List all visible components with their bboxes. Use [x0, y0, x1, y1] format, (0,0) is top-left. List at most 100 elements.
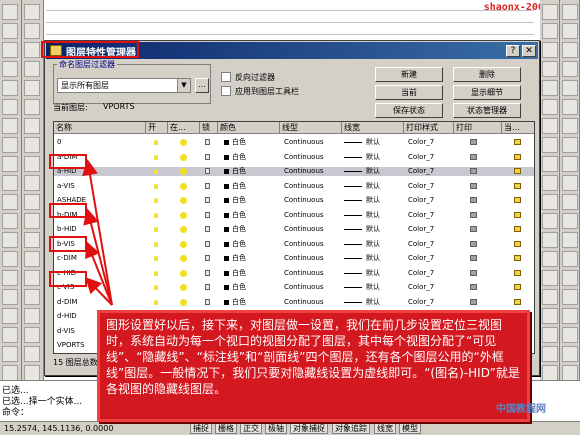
- toolbar-button[interactable]: [542, 118, 558, 134]
- new-viewport-icon[interactable]: [514, 153, 521, 160]
- toolbar-button[interactable]: [542, 156, 558, 172]
- color-swatch[interactable]: [224, 140, 229, 145]
- color-swatch[interactable]: [224, 241, 229, 247]
- toolbar-button[interactable]: [2, 4, 18, 20]
- command-prompt[interactable]: 命令：: [2, 405, 29, 418]
- toolbar-button[interactable]: [2, 118, 18, 134]
- lightbulb-on-icon[interactable]: [154, 227, 158, 232]
- toolbar-button[interactable]: [562, 156, 578, 172]
- sun-thaw-icon[interactable]: [180, 284, 187, 291]
- set-current-button[interactable]: 当前: [375, 85, 443, 100]
- lightbulb-on-icon[interactable]: [154, 270, 158, 276]
- sun-thaw-icon[interactable]: [180, 153, 187, 161]
- new-viewport-icon[interactable]: [514, 226, 521, 232]
- printer-icon[interactable]: [470, 197, 477, 203]
- toolbar-button[interactable]: [2, 365, 18, 381]
- toolbar-button[interactable]: [24, 118, 40, 134]
- toolbar-button[interactable]: [562, 251, 578, 267]
- printer-icon[interactable]: [470, 298, 477, 305]
- toolbar-button[interactable]: [562, 175, 578, 191]
- toolbar-button[interactable]: [542, 194, 558, 210]
- col-header-plotstyle[interactable]: 打印样式: [404, 122, 454, 134]
- table-row[interactable]: 0 白色 Continuous 默认 Color_7: [54, 138, 534, 147]
- toolbar-button[interactable]: [562, 365, 578, 381]
- toolbar-button[interactable]: [2, 80, 18, 96]
- lineweight-toggle[interactable]: 线宽: [374, 423, 396, 434]
- unlock-icon[interactable]: [205, 269, 210, 276]
- polar-toggle[interactable]: 极轴: [265, 423, 287, 434]
- toolbar-button[interactable]: [24, 232, 40, 248]
- toolbar-button[interactable]: [562, 42, 578, 58]
- color-swatch[interactable]: [224, 285, 229, 290]
- lightbulb-on-icon[interactable]: [154, 285, 158, 290]
- toolbar-button[interactable]: [542, 251, 558, 267]
- sun-thaw-icon[interactable]: [180, 240, 187, 248]
- new-layer-button[interactable]: 新建: [375, 67, 443, 82]
- filter-more-button[interactable]: ...: [195, 78, 209, 93]
- color-swatch[interactable]: [224, 198, 229, 203]
- table-row[interactable]: c-HID 白色 Continuous 默认 Color_7: [54, 269, 534, 278]
- toolbar-button[interactable]: [24, 99, 40, 115]
- col-header-color[interactable]: 颜色: [218, 122, 280, 134]
- toolbar-button[interactable]: [542, 365, 558, 381]
- new-viewport-icon[interactable]: [514, 255, 521, 261]
- sun-thaw-icon[interactable]: [180, 197, 187, 204]
- table-row[interactable]: b-HID 白色 Continuous 默认 Color_7: [54, 225, 534, 234]
- toolbar-button[interactable]: [2, 251, 18, 267]
- unlock-icon[interactable]: [205, 182, 210, 189]
- sun-thaw-icon[interactable]: [180, 226, 187, 233]
- col-header-current-vp[interactable]: 当...: [502, 122, 534, 134]
- new-viewport-icon[interactable]: [514, 139, 521, 145]
- toolbar-button[interactable]: [562, 4, 578, 20]
- unlock-icon[interactable]: [205, 255, 210, 261]
- toolbar-button[interactable]: [542, 42, 558, 58]
- printer-icon[interactable]: [470, 211, 477, 218]
- delete-layer-button[interactable]: 删除: [453, 67, 521, 82]
- unlock-icon[interactable]: [205, 139, 210, 145]
- unlock-icon[interactable]: [205, 284, 210, 290]
- toolbar-button[interactable]: [562, 61, 578, 77]
- toolbar-button[interactable]: [24, 23, 40, 39]
- lightbulb-on-icon[interactable]: [154, 169, 158, 174]
- sun-thaw-icon[interactable]: [180, 182, 187, 190]
- toolbar-button[interactable]: [24, 156, 40, 172]
- printer-icon[interactable]: [470, 226, 477, 232]
- otrack-toggle[interactable]: 对象追踪: [332, 423, 370, 434]
- toolbar-button[interactable]: [562, 23, 578, 39]
- toolbar-button[interactable]: [562, 232, 578, 248]
- help-button[interactable]: ?: [506, 45, 520, 57]
- color-swatch[interactable]: [224, 270, 229, 276]
- toolbar-button[interactable]: [542, 137, 558, 153]
- color-swatch[interactable]: [224, 169, 229, 174]
- toolbar-button[interactable]: [24, 327, 40, 343]
- layer-filter-select[interactable]: 显示所有图层 ▼: [57, 78, 191, 93]
- toolbar-button[interactable]: [2, 156, 18, 172]
- unlock-icon[interactable]: [205, 298, 210, 305]
- col-header-freeze[interactable]: 在...: [168, 122, 200, 134]
- toolbar-button[interactable]: [24, 80, 40, 96]
- toolbar-button[interactable]: [562, 99, 578, 115]
- toolbar-button[interactable]: [2, 99, 18, 115]
- toolbar-button[interactable]: [562, 289, 578, 305]
- toolbar-button[interactable]: [2, 61, 18, 77]
- new-viewport-icon[interactable]: [514, 240, 521, 247]
- table-row[interactable]: c-VIS 白色 Continuous 默认 Color_7: [54, 283, 534, 292]
- toolbar-button[interactable]: [24, 137, 40, 153]
- lightbulb-on-icon[interactable]: [154, 140, 158, 145]
- toolbar-button[interactable]: [24, 365, 40, 381]
- sun-thaw-icon[interactable]: [180, 255, 187, 262]
- sun-thaw-icon[interactable]: [180, 139, 187, 146]
- toolbar-button[interactable]: [2, 213, 18, 229]
- printer-icon[interactable]: [470, 153, 477, 160]
- state-manager-button[interactable]: 状态管理器: [453, 103, 521, 118]
- toolbar-button[interactable]: [562, 194, 578, 210]
- printer-icon[interactable]: [470, 269, 477, 276]
- color-swatch[interactable]: [224, 227, 229, 232]
- toolbar-button[interactable]: [542, 308, 558, 324]
- printer-icon[interactable]: [470, 255, 477, 261]
- lightbulb-on-icon[interactable]: [154, 299, 158, 305]
- toolbar-button[interactable]: [542, 4, 558, 20]
- printer-icon[interactable]: [470, 284, 477, 290]
- new-viewport-icon[interactable]: [514, 269, 521, 276]
- toolbar-button[interactable]: [2, 137, 18, 153]
